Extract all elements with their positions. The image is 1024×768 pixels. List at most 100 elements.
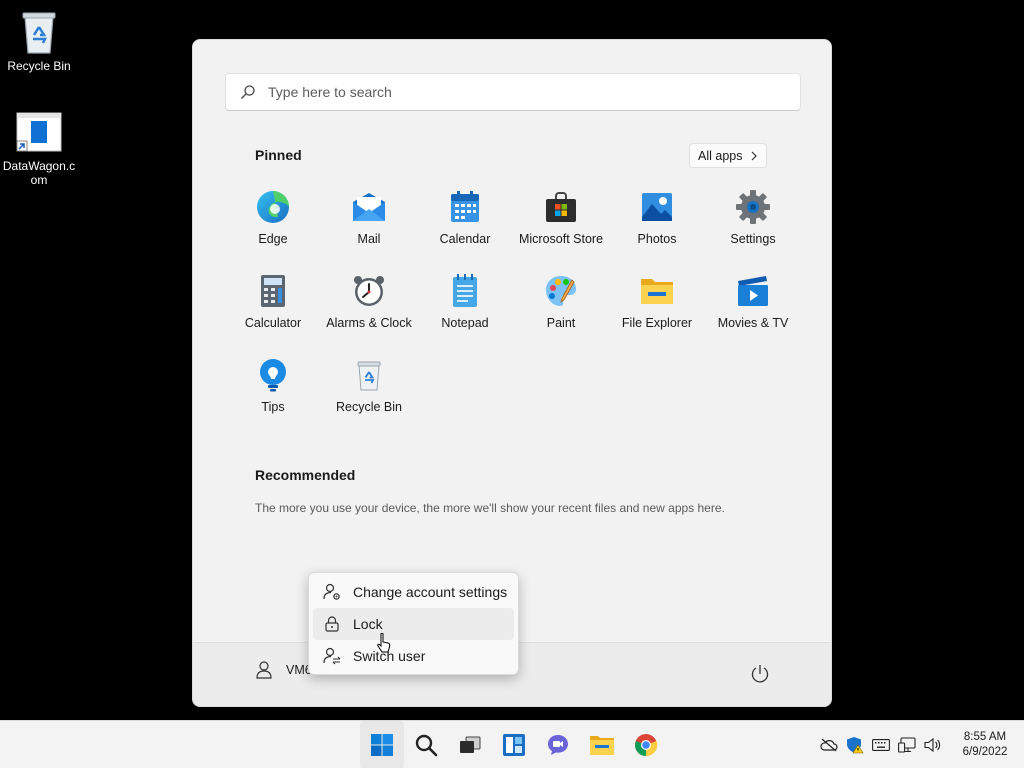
pinned-app-mail[interactable]: Mail bbox=[321, 180, 417, 264]
search-icon bbox=[241, 85, 255, 99]
start-search-box[interactable] bbox=[225, 73, 801, 111]
task-view-button[interactable] bbox=[448, 721, 492, 768]
tips-icon bbox=[256, 358, 290, 392]
app-label: Calendar bbox=[439, 232, 491, 246]
menu-item-label: Lock bbox=[353, 616, 383, 632]
taskbar-file-explorer-button[interactable] bbox=[580, 721, 624, 768]
edge-icon bbox=[256, 190, 290, 224]
onedrive-offline-icon bbox=[820, 738, 838, 752]
desktop-icon-label: DataWagon.com bbox=[2, 159, 76, 187]
keyboard-button[interactable] bbox=[868, 721, 894, 768]
file-explorer-icon bbox=[590, 736, 614, 755]
movies-tv-icon bbox=[736, 274, 770, 308]
file-explorer-icon bbox=[640, 274, 674, 308]
desktop-icon-label: Recycle Bin bbox=[7, 59, 71, 73]
app-label: Movies & TV bbox=[717, 316, 789, 330]
menu-item-label: Change account settings bbox=[353, 584, 508, 600]
chevron-right-icon bbox=[752, 151, 758, 160]
user-avatar-icon bbox=[256, 661, 272, 679]
switch-user-icon bbox=[323, 647, 341, 665]
chat-button[interactable] bbox=[536, 721, 580, 768]
power-icon[interactable] bbox=[749, 663, 771, 685]
taskbar-clock[interactable]: 8:55 AM 6/9/2022 bbox=[950, 730, 1020, 760]
switch-user-item[interactable]: Switch user bbox=[313, 640, 514, 672]
chrome-button[interactable] bbox=[624, 721, 668, 768]
pinned-app-calendar[interactable]: Calendar bbox=[417, 180, 513, 264]
pinned-app-recycle-bin[interactable]: Recycle Bin bbox=[321, 348, 417, 432]
chat-icon bbox=[548, 735, 568, 755]
volume-icon bbox=[924, 737, 941, 753]
clock-date: 6/9/2022 bbox=[962, 746, 1008, 758]
taskbar-apps bbox=[360, 721, 668, 768]
task-view-icon bbox=[460, 736, 481, 753]
pinned-app-file-explorer[interactable]: File Explorer bbox=[609, 264, 705, 348]
app-label: Tips bbox=[261, 400, 285, 414]
app-label: Edge bbox=[258, 232, 288, 246]
app-label: Notepad bbox=[441, 316, 489, 330]
user-account-button[interactable]: VM6 bbox=[256, 661, 312, 679]
pinned-app-calculator[interactable]: Calculator bbox=[225, 264, 321, 348]
paint-icon bbox=[544, 274, 578, 308]
lock-item[interactable]: Lock bbox=[313, 608, 514, 640]
pinned-app-edge[interactable]: Edge bbox=[225, 180, 321, 264]
network-button[interactable] bbox=[894, 721, 920, 768]
pinned-app-photos[interactable]: Photos bbox=[609, 180, 705, 264]
clock-time: 8:55 AM bbox=[963, 731, 1007, 743]
app-label: Alarms & Clock bbox=[326, 316, 412, 330]
pinned-app-settings[interactable]: Settings bbox=[705, 180, 801, 264]
calendar-icon bbox=[448, 190, 482, 224]
app-label: Photos bbox=[637, 232, 677, 246]
calculator-icon bbox=[256, 274, 290, 308]
mouse-pointer-icon bbox=[377, 633, 391, 653]
desktop-icon-recycle-bin[interactable]: Recycle Bin bbox=[1, 8, 77, 73]
mail-icon bbox=[352, 190, 386, 224]
pinned-app-microsoft-store[interactable]: Microsoft Store bbox=[513, 180, 609, 264]
account-context-menu: Change account settings Lock Switch user bbox=[308, 572, 519, 675]
recycle-bin-icon bbox=[15, 8, 63, 56]
taskbar: 8:55 AM 6/9/2022 bbox=[0, 720, 1024, 768]
app-label: Paint bbox=[546, 316, 576, 330]
pinned-app-movies-tv[interactable]: Movies & TV bbox=[705, 264, 801, 348]
app-label: Recycle Bin bbox=[336, 400, 402, 414]
recycle-bin-icon bbox=[352, 358, 386, 392]
all-apps-label: All apps bbox=[698, 148, 743, 163]
pinned-app-tips[interactable]: Tips bbox=[225, 348, 321, 432]
taskbar-search-button[interactable] bbox=[404, 721, 448, 768]
change-account-settings-item[interactable]: Change account settings bbox=[313, 576, 514, 608]
desktop-icon-datawagon[interactable]: DataWagon.com bbox=[1, 108, 77, 187]
search-icon bbox=[415, 734, 438, 757]
recommended-heading: Recommended bbox=[255, 467, 356, 483]
pinned-app-alarms-clock[interactable]: Alarms & Clock bbox=[321, 264, 417, 348]
security-status-button[interactable] bbox=[842, 721, 868, 768]
onedrive-status-button[interactable] bbox=[816, 721, 842, 768]
app-label: Mail bbox=[357, 232, 381, 246]
pinned-apps-grid: Edge Mail Calendar Microsoft Store Photo… bbox=[225, 180, 801, 432]
volume-button[interactable] bbox=[920, 721, 946, 768]
start-icon bbox=[371, 734, 393, 756]
lock-icon bbox=[323, 615, 341, 633]
system-tray: 8:55 AM 6/9/2022 bbox=[816, 721, 1024, 768]
app-label: Settings bbox=[730, 232, 776, 246]
app-label: File Explorer bbox=[621, 316, 693, 330]
network-icon bbox=[898, 737, 916, 753]
pinned-app-paint[interactable]: Paint bbox=[513, 264, 609, 348]
widgets-button[interactable] bbox=[492, 721, 536, 768]
chrome-icon bbox=[635, 734, 658, 757]
store-icon bbox=[544, 190, 578, 224]
app-label: Calculator bbox=[244, 316, 302, 330]
notepad-icon bbox=[448, 274, 482, 308]
app-label: Microsoft Store bbox=[518, 232, 604, 246]
datawagon-shortcut-icon bbox=[15, 108, 63, 156]
keyboard-icon bbox=[872, 739, 890, 751]
search-input[interactable] bbox=[268, 84, 768, 100]
widgets-icon bbox=[503, 734, 525, 756]
security-warning-icon bbox=[847, 737, 864, 754]
start-button[interactable] bbox=[360, 721, 404, 768]
recommended-empty-text: The more you use your device, the more w… bbox=[255, 501, 725, 515]
pinned-heading: Pinned bbox=[255, 147, 302, 163]
all-apps-button[interactable]: All apps bbox=[689, 143, 768, 168]
photos-icon bbox=[640, 190, 674, 224]
pinned-app-notepad[interactable]: Notepad bbox=[417, 264, 513, 348]
settings-icon bbox=[736, 190, 770, 224]
account-settings-icon bbox=[323, 583, 341, 601]
